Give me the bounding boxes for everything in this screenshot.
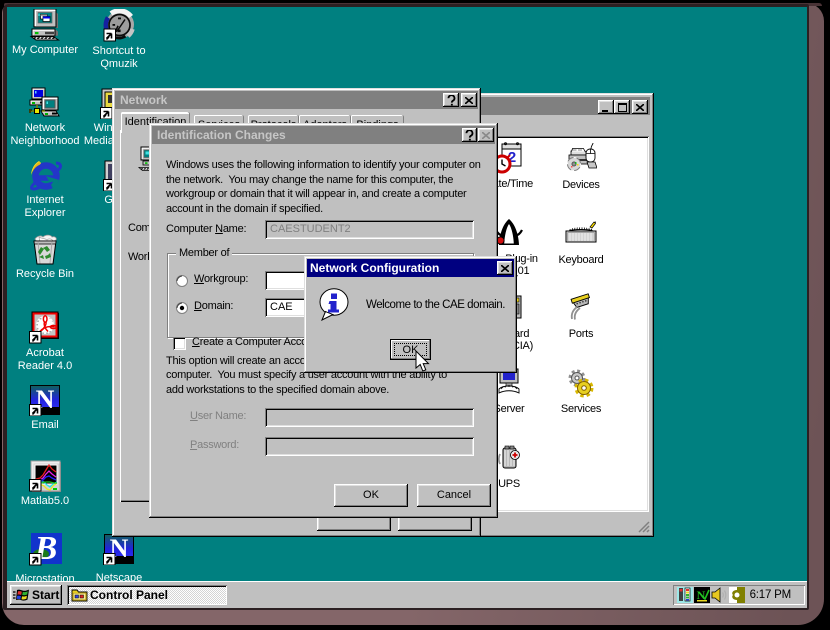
svg-text:N: N <box>697 588 706 602</box>
